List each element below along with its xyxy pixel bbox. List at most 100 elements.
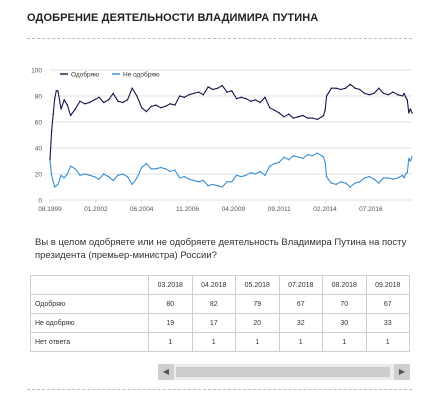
data-point — [405, 96, 407, 98]
data-point — [405, 173, 407, 175]
data-point — [69, 165, 72, 167]
data-point — [235, 97, 238, 100]
table-cell: 1 — [365, 332, 410, 352]
data-point — [207, 86, 209, 88]
x-tick-label: 07.2016 — [359, 206, 383, 213]
data-point — [354, 87, 356, 89]
data-point — [103, 173, 105, 175]
data-point — [202, 94, 204, 96]
x-tick-label: 01.2002 — [84, 206, 108, 213]
data-point — [216, 185, 219, 187]
scroll-right-button[interactable]: ▶ — [394, 364, 410, 380]
data-point — [126, 175, 129, 178]
data-point — [269, 107, 271, 109]
data-point — [112, 92, 114, 95]
page-title: ОДОБРЕНИЕ ДЕЯТЕЛЬНОСТИ ВЛАДИМИРА ПУТИНА — [27, 12, 319, 24]
triangle-left-icon: ◀ — [162, 367, 170, 376]
data-point — [63, 177, 65, 179]
bottom-divider — [27, 389, 412, 390]
data-point — [231, 90, 233, 92]
data-point — [382, 92, 385, 95]
horizontal-scrollbar[interactable]: ◀ ▶ — [158, 364, 410, 380]
data-point — [264, 174, 266, 176]
data-point — [250, 172, 252, 174]
data-point — [178, 95, 181, 97]
data-point — [354, 182, 356, 184]
data-point — [60, 108, 62, 110]
data-point — [344, 182, 347, 184]
data-point — [307, 117, 309, 119]
data-point — [49, 160, 51, 162]
data-point — [406, 99, 408, 101]
data-point — [373, 178, 375, 180]
table-cell: 80 — [148, 294, 193, 314]
data-point — [254, 173, 257, 175]
table-cell: 1 — [322, 332, 367, 352]
data-point — [54, 186, 56, 188]
data-point — [145, 162, 148, 165]
data-point — [160, 107, 162, 109]
table-column-header: 07.2018 — [278, 275, 323, 295]
data-point — [50, 130, 53, 132]
data-point — [321, 155, 323, 157]
data-point — [401, 95, 404, 97]
results-table: 03.2018 04.2018 05.2018 07.2018 08.2018 09.20… — [30, 275, 410, 352]
data-point — [245, 174, 247, 176]
data-point — [411, 112, 413, 114]
approval-line-chart: 0 20 40 60 80 100 08.1999 01.2002 06.2004 11.2006… — [31, 68, 413, 213]
data-point — [240, 96, 242, 98]
data-point — [141, 107, 143, 109]
data-point — [297, 156, 299, 158]
table-row: Не одобряю 19 17 20 32 30 33 — [30, 313, 410, 333]
data-point — [107, 99, 110, 101]
data-point — [397, 94, 399, 96]
table-cell: 1 — [278, 332, 323, 352]
data-point — [169, 103, 171, 105]
data-point — [79, 100, 81, 102]
data-point — [392, 178, 394, 180]
legend-label: Одобряю — [71, 70, 99, 78]
scroll-thumb[interactable] — [176, 367, 390, 377]
data-point — [155, 168, 157, 170]
data-point — [164, 105, 167, 108]
data-point — [160, 166, 162, 169]
triangle-right-icon: ▶ — [398, 367, 406, 376]
data-point — [122, 101, 124, 104]
data-point — [325, 175, 328, 178]
data-point — [327, 92, 329, 95]
data-point — [193, 92, 195, 95]
data-point — [335, 87, 337, 89]
table-row-label: Нет ответа — [30, 332, 149, 352]
data-point — [52, 181, 54, 183]
x-tick-label: 06.2004 — [130, 206, 154, 213]
table-cell: 1 — [235, 332, 280, 352]
data-point — [409, 108, 412, 110]
data-point — [250, 100, 252, 102]
data-point — [141, 166, 143, 169]
data-point — [50, 174, 53, 176]
data-point — [316, 118, 318, 121]
data-point — [378, 87, 380, 89]
data-point — [98, 96, 100, 98]
table-cell: 32 — [278, 313, 323, 333]
data-point — [240, 175, 242, 178]
data-point — [57, 90, 59, 92]
data-point — [273, 162, 276, 165]
data-point — [382, 177, 385, 179]
data-point — [311, 117, 314, 119]
data-point — [278, 161, 280, 163]
data-point — [79, 174, 81, 176]
data-point — [403, 177, 405, 179]
data-point — [330, 182, 333, 184]
data-point — [408, 157, 410, 160]
data-point — [259, 170, 261, 173]
data-point — [63, 99, 65, 101]
data-point — [378, 182, 380, 184]
data-point — [409, 160, 412, 162]
data-point — [54, 97, 56, 100]
scroll-left-button[interactable]: ◀ — [158, 364, 174, 380]
y-tick-label: 20 — [35, 172, 43, 179]
data-point — [107, 175, 110, 178]
data-point — [88, 101, 91, 104]
data-point — [297, 116, 299, 118]
